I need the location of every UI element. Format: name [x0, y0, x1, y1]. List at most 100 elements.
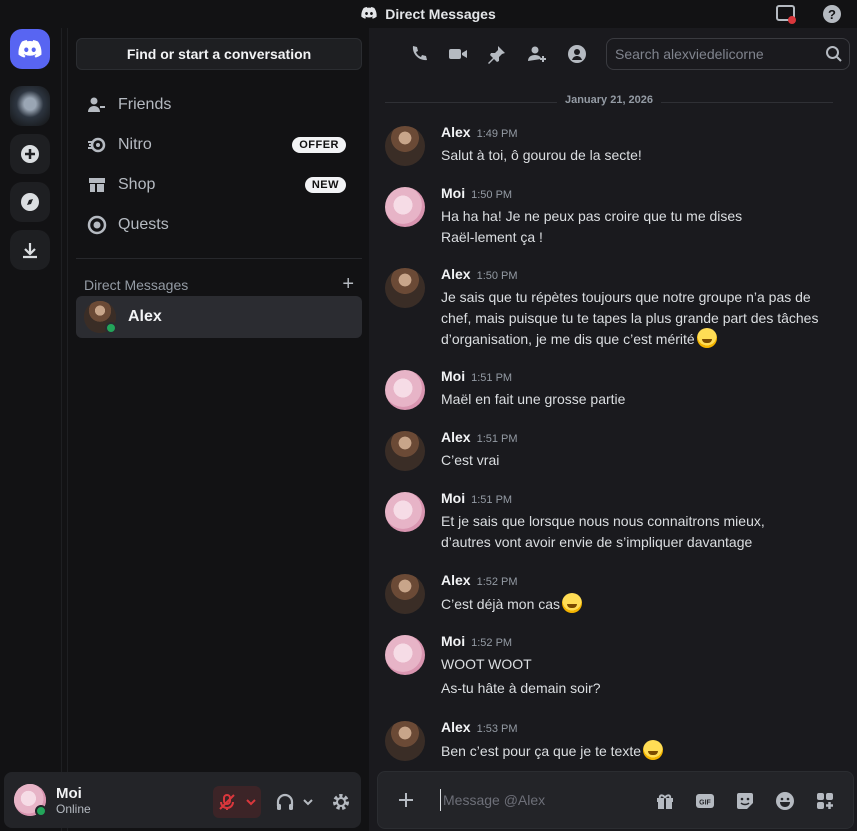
message-author[interactable]: Alex — [441, 572, 471, 588]
online-status-icon — [105, 322, 117, 334]
message-author[interactable]: Alex — [441, 429, 471, 445]
online-status-icon — [35, 805, 47, 817]
dm-item-name: Alex — [128, 308, 162, 325]
user-panel: Moi Online — [4, 772, 361, 828]
message-author[interactable]: Moi — [441, 185, 465, 201]
apps-icon — [817, 793, 833, 809]
add-icon — [21, 145, 39, 163]
message-time: 1:51 PM — [476, 433, 518, 445]
plus-icon — [399, 793, 413, 807]
avatar[interactable] — [385, 492, 425, 532]
pinned-messages-button[interactable] — [485, 42, 509, 66]
help-icon[interactable]: ? — [821, 3, 843, 25]
settings-gear-icon[interactable] — [331, 792, 351, 812]
avatar[interactable] — [385, 431, 425, 471]
svg-text:GIF: GIF — [699, 800, 711, 807]
download-apps-button[interactable] — [10, 230, 50, 270]
avatar[interactable] — [385, 370, 425, 410]
user-avatar[interactable] — [14, 784, 47, 817]
gift-icon — [657, 794, 673, 809]
grinning-emoji-icon — [696, 328, 717, 348]
message-author[interactable]: Moi — [441, 368, 465, 384]
nav-friends-label: Friends — [118, 96, 172, 113]
message-input[interactable] — [440, 789, 640, 811]
home-button[interactable] — [10, 29, 50, 69]
smiling-emoji-icon — [562, 593, 583, 613]
phone-icon — [412, 46, 427, 61]
avatar[interactable] — [385, 635, 425, 675]
message-text: Maël en fait une grosse partie — [441, 391, 626, 407]
add-user-icon — [528, 46, 546, 62]
download-icon — [23, 243, 37, 259]
nav-shop[interactable]: Shop NEW — [76, 165, 362, 205]
avatar[interactable] — [385, 126, 425, 166]
gift-button[interactable] — [653, 789, 677, 813]
message-text: C’est déjà mon cas — [441, 596, 561, 612]
sidebar-divider — [76, 258, 362, 259]
gif-icon: GIF — [696, 794, 714, 808]
avatar[interactable] — [385, 268, 425, 308]
mic-muted-icon — [219, 794, 235, 810]
dm-header-label: Direct Messages — [84, 276, 189, 293]
message-time: 1:50 PM — [471, 189, 513, 201]
dm-item-alex[interactable]: Alex — [76, 296, 362, 338]
inbox-icon[interactable] — [775, 3, 797, 25]
create-dm-icon[interactable]: + — [342, 273, 354, 296]
user-profile-button[interactable] — [565, 42, 589, 66]
nav-friends[interactable]: Friends — [76, 85, 362, 125]
server-avatar[interactable] — [10, 86, 50, 126]
avatar[interactable] — [385, 187, 425, 227]
message-composer: GIF — [377, 771, 854, 829]
chevron-down-icon[interactable] — [246, 797, 256, 807]
user-status: Online — [56, 801, 91, 816]
nav-shop-label: Shop — [118, 176, 156, 193]
deafen-button[interactable] — [275, 792, 313, 812]
apps-button[interactable] — [813, 789, 837, 813]
voice-call-button[interactable] — [407, 42, 431, 66]
discord-logo-icon — [361, 6, 377, 22]
message-text: Ha ha ha! Je ne peux pas croire que tu m… — [441, 208, 743, 245]
message-text: Et je sais que lorsque nous nous connait… — [441, 513, 765, 550]
friends-icon — [86, 94, 108, 116]
add-friends-to-dm-button[interactable] — [525, 42, 549, 66]
message-author[interactable]: Moi — [441, 490, 465, 506]
compass-icon — [21, 193, 39, 211]
message-text: As-tu hâte à demain soir? — [441, 680, 601, 696]
mute-button[interactable] — [213, 786, 261, 818]
headphones-icon — [276, 793, 294, 810]
nav-nitro[interactable]: Nitro OFFER — [76, 125, 362, 165]
nav-quests[interactable]: Quests — [76, 205, 362, 245]
message-time: 1:51 PM — [471, 494, 513, 506]
discover-button[interactable] — [10, 182, 50, 222]
avatar[interactable] — [385, 574, 425, 614]
shop-icon — [86, 174, 108, 196]
upload-button[interactable] — [394, 788, 418, 812]
offer-badge: OFFER — [292, 137, 346, 153]
message-text: WOOT WOOT — [441, 656, 532, 672]
user-name: Moi — [56, 784, 82, 802]
gif-button[interactable]: GIF — [693, 789, 717, 813]
emoji-button[interactable] — [773, 789, 797, 813]
message-time: 1:52 PM — [471, 637, 513, 649]
date-label: January 21, 2026 — [556, 94, 662, 106]
message-time: 1:51 PM — [471, 372, 513, 384]
video-call-button[interactable] — [446, 42, 470, 66]
add-server-button[interactable] — [10, 134, 50, 174]
search-field[interactable]: Search alexviedelicorne — [606, 38, 850, 70]
message-text: Salut à toi, ô gourou de la secte! — [441, 147, 642, 163]
nav-nitro-label: Nitro — [118, 136, 152, 153]
message-author[interactable]: Alex — [441, 719, 471, 735]
find-conversation-button[interactable]: Find or start a conversation — [76, 38, 362, 70]
chevron-down-icon[interactable] — [303, 797, 313, 807]
avatar — [84, 301, 117, 334]
message-author[interactable]: Alex — [441, 124, 471, 140]
avatar[interactable] — [385, 721, 425, 761]
sticker-icon — [737, 793, 753, 809]
date-divider: January 21, 2026 — [385, 94, 833, 106]
discord-home-icon — [18, 40, 42, 58]
sticker-button[interactable] — [733, 789, 757, 813]
message-author[interactable]: Alex — [441, 266, 471, 282]
message-time: 1:49 PM — [476, 128, 518, 140]
message-author[interactable]: Moi — [441, 633, 465, 649]
message-text: Je sais que tu répètes toujours que notr… — [441, 289, 819, 347]
